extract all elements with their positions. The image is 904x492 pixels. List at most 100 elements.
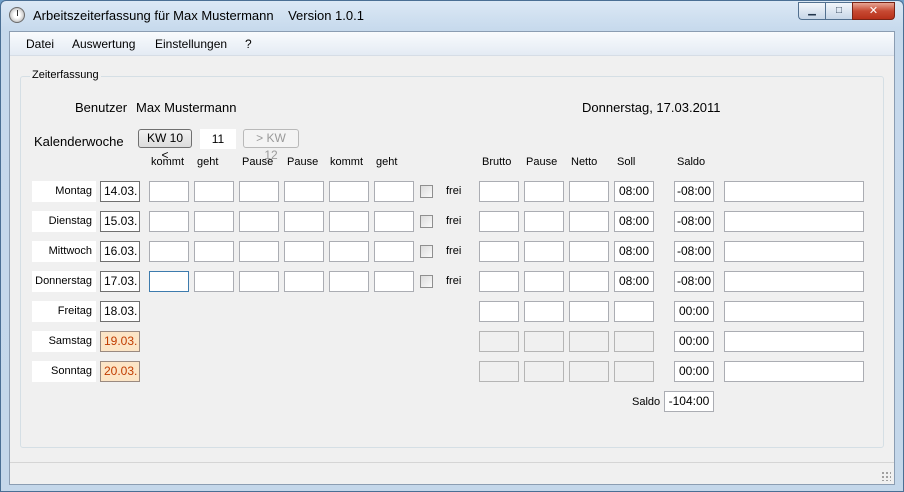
prev-week-button[interactable]: KW 10 < bbox=[138, 129, 192, 162]
time-input-kommt-1[interactable] bbox=[149, 241, 189, 262]
menu-einstellungen[interactable]: Einstellungen bbox=[155, 37, 227, 51]
day-name: Samstag bbox=[32, 331, 96, 352]
time-input-pause-2[interactable] bbox=[284, 181, 324, 202]
time-input-geht-2[interactable] bbox=[374, 211, 414, 232]
soll-field[interactable]: 08:00 bbox=[614, 211, 654, 232]
title-bar[interactable]: Arbeitszeiterfassung für Max Mustermann … bbox=[1, 1, 903, 31]
pause-field[interactable] bbox=[524, 301, 564, 322]
comment-input[interactable] bbox=[724, 241, 864, 262]
netto-field[interactable] bbox=[569, 301, 609, 322]
time-input-geht-1[interactable] bbox=[194, 181, 234, 202]
netto-field bbox=[569, 331, 609, 352]
group-title: Zeiterfassung bbox=[30, 69, 101, 81]
frei-checkbox[interactable] bbox=[420, 185, 433, 198]
soll-field[interactable] bbox=[614, 301, 654, 322]
time-input-pause-2[interactable] bbox=[284, 211, 324, 232]
day-date: 19.03. bbox=[100, 331, 140, 352]
pause-field[interactable] bbox=[524, 181, 564, 202]
frei-label: frei bbox=[446, 245, 462, 257]
menu-auswertung[interactable]: Auswertung bbox=[72, 37, 135, 51]
comment-input[interactable] bbox=[724, 331, 864, 352]
time-input-geht-2[interactable] bbox=[374, 181, 414, 202]
window-title-text: Arbeitszeiterfassung für Max Mustermann bbox=[33, 8, 274, 23]
frei-checkbox[interactable] bbox=[420, 245, 433, 258]
time-input-geht-1[interactable] bbox=[194, 241, 234, 262]
soll-field bbox=[614, 331, 654, 352]
user-label: Benutzer bbox=[75, 100, 128, 115]
maximize-button[interactable]: □ bbox=[825, 2, 852, 20]
user-name: Max Mustermann bbox=[136, 100, 237, 115]
day-date: 16.03. bbox=[100, 241, 140, 262]
day-date: 20.03. bbox=[100, 361, 140, 382]
time-input-kommt-2[interactable] bbox=[329, 271, 369, 292]
netto-field[interactable] bbox=[569, 181, 609, 202]
time-input-geht-1[interactable] bbox=[194, 211, 234, 232]
saldo-field: 00:00 bbox=[674, 361, 714, 382]
brutto-field[interactable] bbox=[479, 181, 519, 202]
week-number: 11 bbox=[200, 129, 236, 149]
header-kommt-1: kommt bbox=[151, 156, 184, 168]
close-button[interactable]: ✕ bbox=[852, 2, 895, 20]
brutto-field[interactable] bbox=[479, 271, 519, 292]
total-saldo-label: Saldo bbox=[632, 396, 661, 408]
frei-label: frei bbox=[446, 185, 462, 197]
time-input-kommt-2[interactable] bbox=[329, 181, 369, 202]
time-input-pause-2[interactable] bbox=[284, 271, 324, 292]
comment-input[interactable] bbox=[724, 361, 864, 382]
time-input-kommt-1[interactable] bbox=[149, 271, 189, 292]
comment-input[interactable] bbox=[724, 211, 864, 232]
time-input-geht-2[interactable] bbox=[374, 271, 414, 292]
status-bar bbox=[10, 462, 894, 484]
saldo-field: -08:00 bbox=[674, 181, 714, 202]
pause-field[interactable] bbox=[524, 211, 564, 232]
frei-label: frei bbox=[446, 215, 462, 227]
next-week-button[interactable]: > KW 12 bbox=[243, 129, 299, 162]
soll-field[interactable]: 08:00 bbox=[614, 241, 654, 262]
time-input-geht-2[interactable] bbox=[374, 241, 414, 262]
time-input-geht-1[interactable] bbox=[194, 271, 234, 292]
header-pause: Pause bbox=[526, 156, 558, 168]
comment-input[interactable] bbox=[724, 181, 864, 202]
saldo-field: -08:00 bbox=[674, 241, 714, 262]
pause-field[interactable] bbox=[524, 271, 564, 292]
time-input-pause-1[interactable] bbox=[239, 271, 279, 292]
day-name: Donnerstag bbox=[32, 271, 96, 292]
minimize-button[interactable]: ▁ bbox=[798, 2, 825, 20]
menu-help[interactable]: ? bbox=[245, 37, 252, 51]
comment-input[interactable] bbox=[724, 301, 864, 322]
soll-field[interactable]: 08:00 bbox=[614, 181, 654, 202]
saldo-field: 00:00 bbox=[674, 331, 714, 352]
day-name: Mittwoch bbox=[32, 241, 96, 262]
time-input-pause-2[interactable] bbox=[284, 241, 324, 262]
header-geht-1: geht bbox=[197, 156, 219, 168]
day-date: 17.03. bbox=[100, 271, 140, 292]
window-title: Arbeitszeiterfassung für Max Mustermann … bbox=[33, 8, 364, 23]
brutto-field[interactable] bbox=[479, 211, 519, 232]
header-pause-1: Pause bbox=[242, 156, 274, 168]
time-input-pause-1[interactable] bbox=[239, 211, 279, 232]
window-controls: ▁ □ ✕ bbox=[798, 2, 895, 20]
time-input-kommt-1[interactable] bbox=[149, 181, 189, 202]
netto-field[interactable] bbox=[569, 271, 609, 292]
brutto-field[interactable] bbox=[479, 241, 519, 262]
time-input-pause-1[interactable] bbox=[239, 181, 279, 202]
frei-checkbox[interactable] bbox=[420, 215, 433, 228]
soll-field[interactable]: 08:00 bbox=[614, 271, 654, 292]
netto-field[interactable] bbox=[569, 211, 609, 232]
menu-datei[interactable]: Datei bbox=[26, 37, 54, 51]
pause-field[interactable] bbox=[524, 241, 564, 262]
header-geht-2: geht bbox=[376, 156, 398, 168]
pause-field bbox=[524, 361, 564, 382]
day-name: Montag bbox=[32, 181, 96, 202]
time-input-kommt-1[interactable] bbox=[149, 211, 189, 232]
resize-grip-icon[interactable] bbox=[881, 471, 891, 481]
brutto-field[interactable] bbox=[479, 301, 519, 322]
frei-checkbox[interactable] bbox=[420, 275, 433, 288]
time-input-kommt-2[interactable] bbox=[329, 241, 369, 262]
clock-icon bbox=[9, 7, 25, 23]
time-input-pause-1[interactable] bbox=[239, 241, 279, 262]
comment-input[interactable] bbox=[724, 271, 864, 292]
netto-field bbox=[569, 361, 609, 382]
time-input-kommt-2[interactable] bbox=[329, 211, 369, 232]
netto-field[interactable] bbox=[569, 241, 609, 262]
